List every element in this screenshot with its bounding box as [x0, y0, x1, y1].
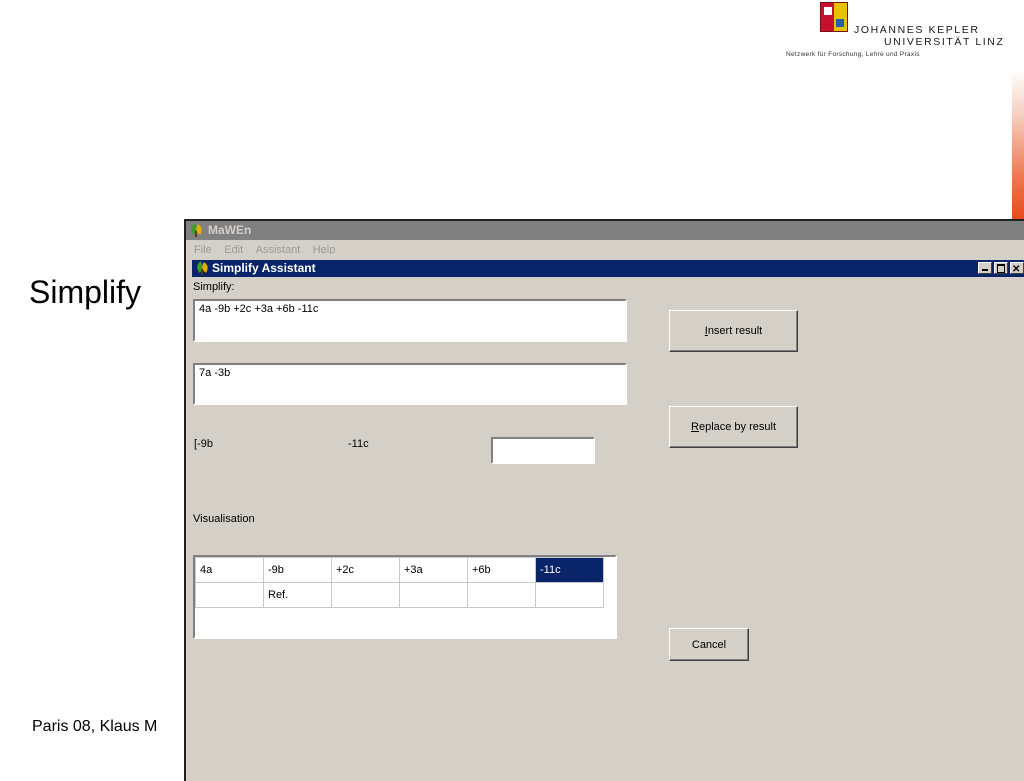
simplify-label: Simplify: — [193, 281, 235, 293]
maximize-icon[interactable] — [994, 262, 1008, 274]
grid-cell[interactable] — [331, 582, 400, 608]
visualisation-grid: 4a -9b +2c +3a +6b -11c Ref. — [193, 555, 617, 639]
grid-cell-selected[interactable]: -11c — [535, 557, 604, 583]
insert-label: nsert result — [707, 325, 763, 337]
window-controls — [978, 261, 1024, 278]
insert-result-button[interactable]: Insert result — [669, 310, 798, 352]
logo-line-2: UNIVERSITÄT LINZ — [884, 36, 1005, 48]
grid-cell[interactable] — [467, 582, 536, 608]
grid-cell[interactable] — [195, 582, 264, 608]
minimize-icon[interactable] — [978, 262, 992, 274]
result-output[interactable]: 7a -3b — [193, 363, 627, 405]
dialog-title: Simplify Assistant — [212, 261, 316, 275]
replace-by-result-button[interactable]: Replace by result — [669, 406, 798, 448]
cancel-button[interactable]: Cancel — [669, 628, 749, 661]
term-left-label: [-9b — [194, 438, 213, 450]
logo-tagline: Netzwerk für Forschung, Lehre und Praxis — [786, 51, 920, 58]
menu-bar: File Edit Assistant Help — [186, 240, 1024, 254]
grid-row-terms: 4a -9b +2c +3a +6b -11c — [195, 557, 604, 583]
mawen-app-icon — [189, 223, 204, 237]
grid-cell[interactable]: -9b — [263, 557, 332, 583]
grid-cell[interactable]: +6b — [467, 557, 536, 583]
grid-row-refs: Ref. — [195, 582, 604, 608]
grid-cell[interactable]: +3a — [399, 557, 468, 583]
menu-edit[interactable]: Edit — [224, 240, 243, 254]
expression-input[interactable]: 4a -9b +2c +3a +6b -11c — [193, 299, 627, 342]
grid-cell[interactable] — [535, 582, 604, 608]
replace-mnemonic: R — [691, 421, 699, 433]
grid-cell[interactable] — [399, 582, 468, 608]
term-input[interactable] — [491, 437, 595, 464]
visualisation-label: Visualisation — [193, 513, 255, 525]
logo-line-1: JOHANNES KEPLER — [854, 24, 980, 36]
slide-footer: Paris 08, Klaus M — [32, 718, 158, 735]
term-mid-label: -11c — [348, 438, 369, 450]
university-crest-icon — [820, 2, 848, 32]
university-logo: JOHANNES KEPLER UNIVERSITÄT LINZ Netzwer… — [786, 0, 1024, 70]
grid-cell[interactable]: +2c — [331, 557, 400, 583]
menu-file[interactable]: File — [194, 240, 212, 254]
grid-cell[interactable]: Ref. — [263, 582, 332, 608]
grid-cell[interactable]: 4a — [195, 557, 264, 583]
menu-assistant[interactable]: Assistant — [256, 240, 301, 254]
close-icon[interactable] — [1010, 261, 1024, 278]
replace-label: eplace by result — [698, 421, 776, 433]
dialog-title-bar: Simplify Assistant — [192, 260, 1024, 278]
decorative-red-bar — [1012, 70, 1024, 220]
app-title: MaWEn — [208, 223, 252, 237]
menu-help[interactable]: Help — [313, 240, 336, 254]
app-title-bar: MaWEn — [186, 221, 1024, 240]
slide-title: Simplify — [29, 274, 142, 310]
assistant-icon — [195, 261, 210, 275]
